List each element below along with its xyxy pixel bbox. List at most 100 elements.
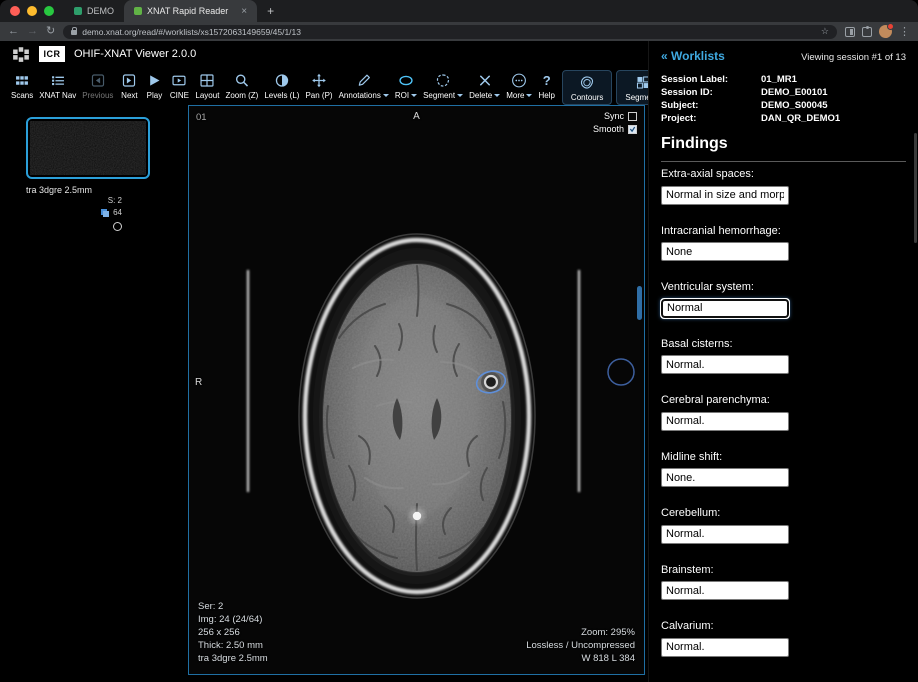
cross-icon — [476, 72, 494, 89]
bookmark-star-icon[interactable]: ☆ — [821, 26, 829, 37]
field-input-ventricular-system[interactable] — [661, 299, 789, 318]
field-label-midline-shift: Midline shift: — [661, 451, 906, 463]
close-tab-icon[interactable]: × — [241, 6, 247, 17]
field-label-intracranial-hemorrhage: Intracranial hemorrhage: — [661, 225, 906, 237]
stat-matrix: 256 x 256 — [198, 626, 268, 639]
session-info-row: Session ID: DEMO_E00101 — [661, 86, 906, 99]
smooth-label: Smooth — [593, 124, 624, 134]
field-label-basal-cisterns: Basal cisterns: — [661, 338, 906, 350]
list-icon — [48, 72, 68, 89]
stack-scrollbar[interactable] — [637, 286, 642, 320]
toolbar-segment-button[interactable]: Segment — [420, 70, 466, 102]
worklist-findings-panel: « Worklists Viewing session #1 of 13 Ses… — [648, 41, 918, 682]
stat-window-level: W 818 L 384 — [526, 652, 635, 665]
minimize-window-button[interactable] — [27, 6, 37, 16]
toolbar-scans-button[interactable]: Scans — [8, 70, 36, 102]
viewing-session-counter: Viewing session #1 of 13 — [801, 52, 906, 63]
field-input-calvarium[interactable] — [661, 638, 789, 657]
new-tab-button[interactable]: + — [267, 4, 274, 18]
side-panel-icon[interactable] — [845, 27, 855, 37]
session-info-row: Subject: DEMO_S00045 — [661, 99, 906, 112]
field-group: Basal cisterns: — [661, 338, 906, 375]
toolbar-levels-button[interactable]: Levels (L) — [261, 70, 302, 102]
image-viewport[interactable]: 01 A R Sync Smooth Ser: 2 Img: 24 (24/64… — [188, 105, 645, 675]
field-input-cerebral-parenchyma[interactable] — [661, 412, 789, 431]
panel-scrollbar[interactable] — [914, 133, 917, 243]
contrast-icon — [272, 72, 292, 89]
toolbar-xnat-nav-button[interactable]: XNAT Nav — [36, 70, 79, 102]
field-group: Cerebral parenchyma: — [661, 394, 906, 431]
browser-tab-demo[interactable]: DEMO — [64, 0, 124, 22]
toolbar-play-button[interactable]: Play — [142, 70, 166, 102]
next-frame-icon — [119, 72, 139, 89]
stat-series: Ser: 2 — [198, 600, 268, 613]
toolbar-previous-button[interactable]: Previous — [79, 70, 116, 102]
layout-grid-icon — [197, 72, 217, 89]
profile-avatar[interactable] — [879, 25, 892, 38]
worklists-back-link[interactable]: « Worklists — [661, 49, 725, 63]
previous-frame-icon — [88, 72, 108, 89]
image-stack-icon — [100, 208, 110, 218]
field-input-brainstem[interactable] — [661, 581, 789, 600]
tab-title: XNAT Rapid Reader — [147, 6, 228, 16]
url-text: demo.xnat.org/read/#/worklists/xs1572063… — [82, 27, 301, 37]
field-input-intracranial-hemorrhage[interactable] — [661, 242, 789, 261]
mri-axial-image — [189, 106, 644, 674]
field-group: Intracranial hemorrhage: — [661, 225, 906, 262]
forward-icon[interactable]: → — [27, 26, 38, 37]
field-input-extra-axial-spaces[interactable] — [661, 186, 789, 205]
field-label-brainstem: Brainstem: — [661, 564, 906, 576]
scan-browser-sidebar: tra 3dgre 2.5mm S: 2 64 — [0, 105, 186, 675]
chevron-down-icon — [494, 94, 500, 97]
toolbar-zoom-button[interactable]: Zoom (Z) — [222, 70, 261, 102]
field-input-midline-shift[interactable] — [661, 468, 789, 487]
toolbar-help-button[interactable]: ? Help — [535, 70, 557, 102]
back-icon[interactable]: ← — [8, 26, 19, 37]
browser-address-bar: ← → ↻ demo.xnat.org/read/#/worklists/xs1… — [0, 22, 918, 41]
toolbar-pan-button[interactable]: Pan (P) — [302, 70, 335, 102]
browser-window: DEMO XNAT Rapid Reader × + ← → ↻ demo.xn… — [0, 0, 918, 682]
field-group: Ventricular system: — [661, 281, 906, 318]
sync-label: Sync — [604, 111, 624, 121]
url-omnibox[interactable]: demo.xnat.org/read/#/worklists/xs1572063… — [63, 25, 837, 39]
session-info-row: Project: DAN_QR_DEMO1 — [661, 112, 906, 125]
toolbar-roi-button[interactable]: ROI — [392, 70, 420, 102]
series-thumbnail[interactable] — [26, 117, 150, 179]
thumbnail-image — [30, 121, 146, 175]
field-group: Midline shift: — [661, 451, 906, 488]
toolbar-more-button[interactable]: More — [503, 70, 535, 102]
field-input-basal-cisterns[interactable] — [661, 355, 789, 374]
toolbar-cine-button[interactable]: CINE — [166, 70, 192, 102]
reload-icon[interactable]: ↻ — [46, 26, 55, 37]
roi-ellipse-icon — [396, 72, 416, 89]
toolbar-delete-button[interactable]: Delete — [466, 70, 503, 102]
sync-checkbox[interactable] — [628, 112, 637, 121]
ring-enhancing-lesion — [485, 376, 497, 388]
toolbar-layout-button[interactable]: Layout — [192, 70, 222, 102]
enhancing-sinus-spot — [413, 512, 421, 520]
smooth-checkbox[interactable] — [628, 125, 637, 134]
question-mark-icon: ? — [543, 72, 551, 89]
field-label-extra-axial-spaces: Extra-axial spaces: — [661, 168, 906, 180]
viewport-stats-right: Zoom: 295% Lossless / Uncompressed W 818… — [526, 626, 635, 665]
field-label-ventricular-system: Ventricular system: — [661, 281, 906, 293]
chevron-down-icon — [457, 94, 463, 97]
field-input-cerebellum[interactable] — [661, 525, 789, 544]
field-label-cerebral-parenchyma: Cerebral parenchyma: — [661, 394, 906, 406]
close-window-button[interactable] — [10, 6, 20, 16]
series-number-badge: S: 2 — [108, 195, 122, 207]
toolbar-next-button[interactable]: Next — [116, 70, 142, 102]
fullscreen-window-button[interactable] — [44, 6, 54, 16]
extensions-icon[interactable] — [862, 27, 872, 37]
browser-menu-icon[interactable]: ⋮ — [899, 25, 910, 38]
field-label-cerebellum: Cerebellum: — [661, 507, 906, 519]
findings-fields: Extra-axial spaces: Intracranial hemorrh… — [661, 168, 906, 657]
window-controls — [0, 6, 64, 16]
browser-tab-xnat-rapid-reader[interactable]: XNAT Rapid Reader × — [124, 0, 257, 22]
toolbar-annotations-button[interactable]: Annotations — [336, 70, 392, 102]
contours-panel-button[interactable]: Contours — [562, 70, 612, 105]
icr-logo: ICR — [39, 46, 65, 62]
xnat-logo — [12, 45, 30, 63]
findings-heading: Findings — [661, 135, 906, 162]
app-header: ICR OHIF-XNAT Viewer 2.0.0 — [0, 41, 648, 67]
